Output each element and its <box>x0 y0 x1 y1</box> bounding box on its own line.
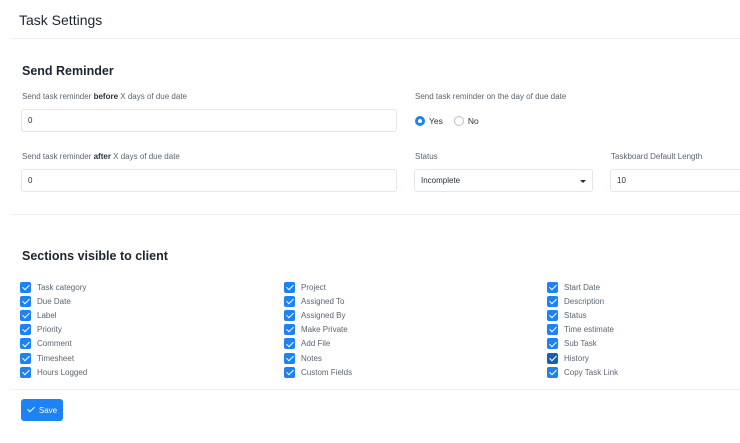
bottom-divider <box>10 389 740 390</box>
visibility-option[interactable]: Description <box>547 294 618 308</box>
visibility-option[interactable]: Label <box>20 308 87 322</box>
visibility-option-label: Assigned To <box>301 296 345 306</box>
checkbox-checked-icon[interactable] <box>547 281 558 293</box>
on-day-radio-group: Yes No <box>415 116 490 126</box>
on-day-label: Send task reminder on the day of due dat… <box>415 92 567 101</box>
visibility-option-label: Custom Fields <box>301 367 353 377</box>
checkbox-checked-icon[interactable] <box>20 281 31 293</box>
visibility-option-label: Priority <box>37 325 62 335</box>
visibility-option-label: Notes <box>301 353 322 363</box>
visibility-option[interactable]: Make Private <box>284 323 352 337</box>
visibility-option-label: Description <box>564 296 605 306</box>
mid-divider <box>10 214 740 215</box>
visibility-option[interactable]: Time estimate <box>547 323 618 337</box>
visibility-option-label: History <box>564 353 589 363</box>
visibility-option[interactable]: Due Date <box>20 294 87 308</box>
visibility-option[interactable]: History <box>547 351 618 365</box>
visibility-option-label: Copy Task Link <box>564 367 619 377</box>
visibility-option-label: Comment <box>37 339 72 349</box>
taskboard-length-input[interactable]: 10 <box>610 169 740 192</box>
visibility-option[interactable]: Status <box>547 308 618 322</box>
visibility-option-label: Time estimate <box>564 325 614 335</box>
checkbox-checked-icon[interactable] <box>20 338 31 350</box>
chevron-down-icon <box>580 180 586 183</box>
visibility-column-1: Task category Due Date Label Priority Commen… <box>20 280 87 379</box>
sections-visible-title: Sections visible to client <box>22 249 168 263</box>
checkbox-checked-icon[interactable] <box>20 324 31 336</box>
visibility-option-label: Add File <box>301 339 331 349</box>
visibility-option-label: Status <box>564 310 587 320</box>
checkbox-checked-icon[interactable] <box>547 295 558 307</box>
visibility-option[interactable]: Custom Fields <box>284 365 352 379</box>
visibility-option-label: Hours Logged <box>37 367 88 377</box>
visibility-option[interactable]: Task category <box>20 280 87 294</box>
checkbox-checked-icon[interactable] <box>547 338 558 350</box>
checkbox-checked-icon[interactable] <box>20 295 31 307</box>
check-icon <box>27 406 35 414</box>
visibility-option[interactable]: Comment <box>20 337 87 351</box>
after-days-input[interactable]: 0 <box>21 169 397 192</box>
checkbox-checked-icon[interactable] <box>284 295 295 307</box>
save-button[interactable]: Save <box>21 399 63 421</box>
checkbox-checked-icon[interactable] <box>284 324 295 336</box>
taskboard-length-label: Taskboard Default Length <box>611 152 703 161</box>
radio-yes-label: Yes <box>429 116 443 126</box>
status-label: Status <box>415 152 438 161</box>
top-divider <box>10 38 740 39</box>
visibility-option-label: Make Private <box>301 325 348 335</box>
visibility-option-label: Timesheet <box>37 353 75 363</box>
checkbox-checked-icon[interactable] <box>547 309 558 321</box>
checkbox-checked-icon[interactable] <box>284 281 295 293</box>
visibility-option[interactable]: Sub Task <box>547 337 618 351</box>
checkbox-checked-icon[interactable] <box>20 309 31 321</box>
radio-no-indicator[interactable] <box>453 116 464 126</box>
checkbox-checked-icon[interactable] <box>547 366 558 378</box>
visibility-option-label: Sub Task <box>564 339 597 349</box>
visibility-option-label: Start Date <box>564 282 601 292</box>
radio-no[interactable]: No <box>453 116 479 126</box>
checkbox-checked-icon[interactable] <box>284 352 295 364</box>
before-days-label: Send task reminder before X days of due … <box>22 92 187 101</box>
visibility-option[interactable]: Timesheet <box>20 351 87 365</box>
visibility-option[interactable]: Priority <box>20 323 87 337</box>
checkbox-checked-icon[interactable] <box>284 366 295 378</box>
checkbox-checked-icon[interactable] <box>20 366 31 378</box>
visibility-option[interactable]: Assigned To <box>284 294 352 308</box>
visibility-option-label: Label <box>37 310 57 320</box>
visibility-option[interactable]: Copy Task Link <box>547 365 618 379</box>
after-days-label: Send task reminder after X days of due d… <box>22 152 180 161</box>
checkbox-checked-icon[interactable] <box>284 338 295 350</box>
status-select-value: Incomplete <box>421 176 461 185</box>
radio-yes[interactable]: Yes <box>415 116 443 126</box>
radio-yes-indicator[interactable] <box>415 116 425 126</box>
visibility-column-3: Start Date Description Status Time estimate… <box>547 280 618 379</box>
checkbox-checked-icon[interactable] <box>547 352 558 364</box>
visibility-option[interactable]: Start Date <box>547 280 618 294</box>
visibility-option[interactable]: Assigned By <box>284 308 352 322</box>
visibility-option[interactable]: Add File <box>284 337 352 351</box>
visibility-column-2: Project Assigned To Assigned By Make Privat… <box>284 280 352 379</box>
visibility-option[interactable]: Project <box>284 280 352 294</box>
save-button-label: Save <box>38 405 58 415</box>
visibility-option-label: Project <box>301 282 326 292</box>
visibility-option-label: Due Date <box>37 296 71 306</box>
checkbox-checked-icon[interactable] <box>20 352 31 364</box>
checkbox-checked-icon[interactable] <box>547 324 558 336</box>
visibility-option-label: Assigned By <box>301 310 346 320</box>
page-title: Task Settings <box>19 12 103 28</box>
visibility-option[interactable]: Hours Logged <box>20 365 87 379</box>
visibility-option[interactable]: Notes <box>284 351 352 365</box>
checkbox-checked-icon[interactable] <box>284 309 295 321</box>
radio-no-label: No <box>467 116 479 126</box>
before-days-input[interactable]: 0 <box>21 109 397 132</box>
visibility-option-label: Task category <box>37 282 87 292</box>
status-select[interactable]: Incomplete <box>414 169 593 192</box>
send-reminder-title: Send Reminder <box>22 64 114 78</box>
